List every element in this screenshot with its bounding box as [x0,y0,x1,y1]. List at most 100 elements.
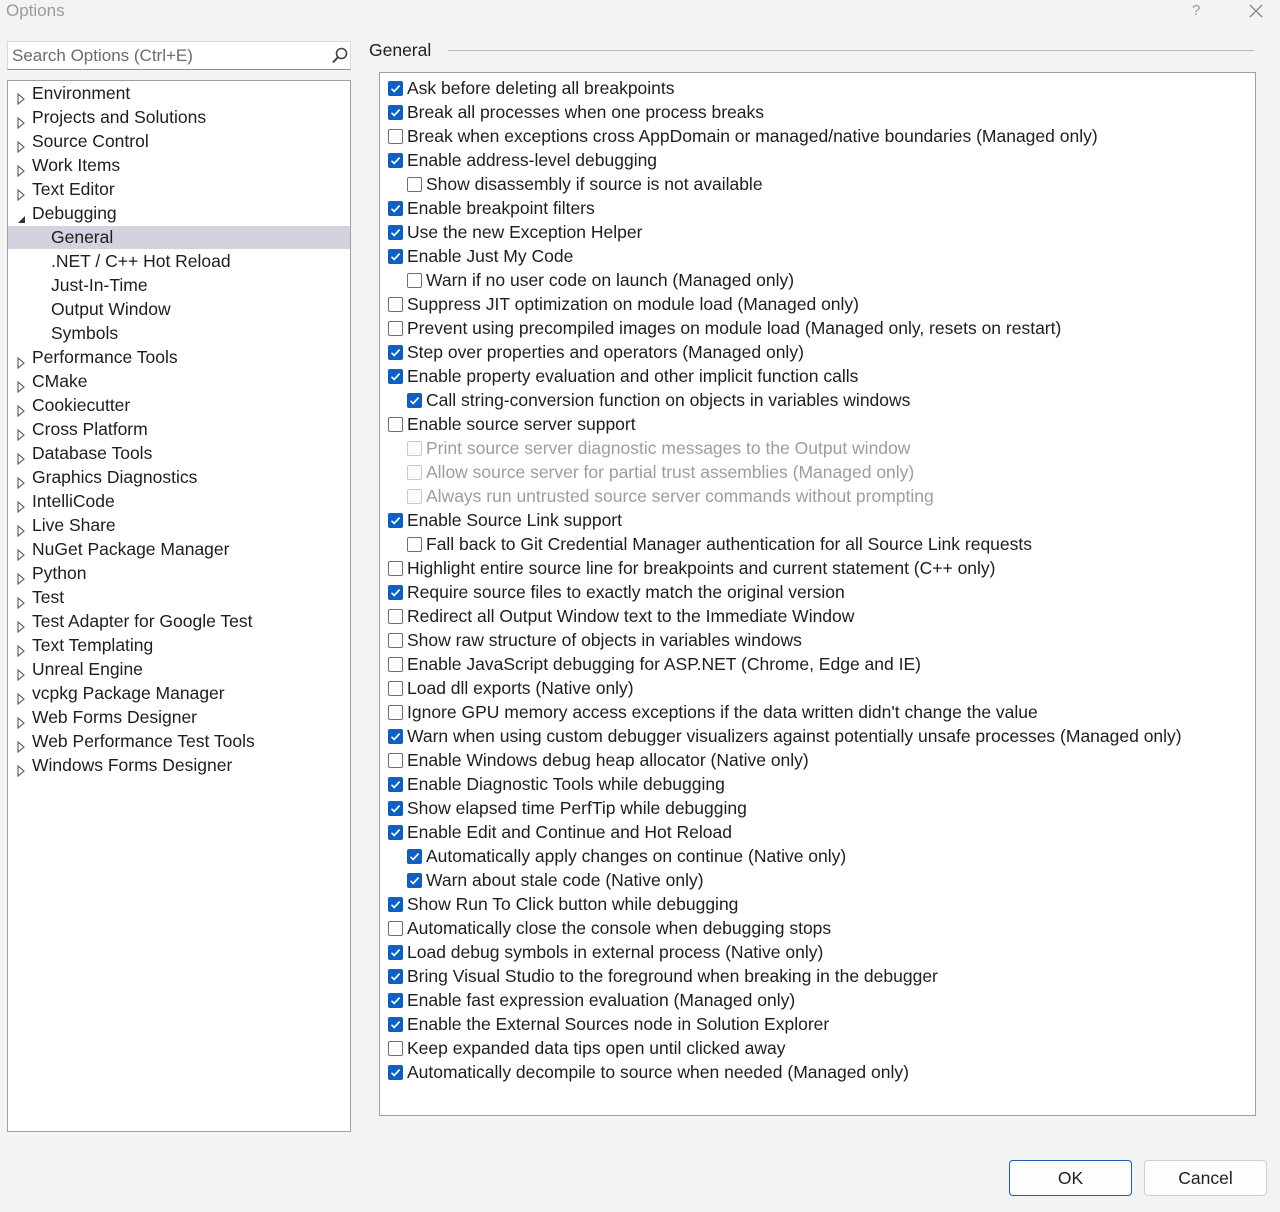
tree-item[interactable]: Source Control [8,130,350,154]
option-checkbox[interactable] [407,393,422,408]
option-checkbox[interactable] [407,177,422,192]
option-checkbox[interactable] [388,681,403,696]
option-checkbox[interactable] [388,801,403,816]
expand-arrow-icon[interactable] [16,88,26,106]
option-checkbox[interactable] [388,1065,403,1080]
tree-item[interactable]: Just-In-Time [8,274,350,297]
option-checkbox[interactable] [407,273,422,288]
option-checkbox[interactable] [388,585,403,600]
tree-item[interactable]: Cross Platform [8,418,350,442]
option-checkbox[interactable] [388,825,403,840]
expand-arrow-icon[interactable] [16,616,26,634]
expand-arrow-icon[interactable] [16,136,26,154]
expand-arrow-icon[interactable] [16,424,26,442]
expand-arrow-icon[interactable] [16,712,26,730]
option-checkbox[interactable] [388,201,403,216]
tree-item[interactable]: NuGet Package Manager [8,538,350,562]
tree-item[interactable]: vcpkg Package Manager [8,682,350,706]
option-checkbox[interactable] [407,537,422,552]
tree-item[interactable]: Work Items [8,154,350,178]
expand-arrow-icon[interactable] [16,352,26,370]
help-icon[interactable]: ? [1192,2,1200,19]
tree-item[interactable]: Cookiecutter [8,394,350,418]
expand-arrow-icon[interactable] [16,472,26,490]
option-checkbox[interactable] [388,129,403,144]
option-checkbox[interactable] [388,705,403,720]
expand-arrow-icon[interactable] [16,736,26,754]
tree-item[interactable]: Symbols [8,322,350,345]
option-checkbox[interactable] [388,993,403,1008]
tree-item[interactable]: General [8,226,350,249]
tree-item[interactable]: Performance Tools [8,346,350,370]
option-checkbox[interactable] [388,561,403,576]
tree-item[interactable]: Projects and Solutions [8,106,350,130]
expand-arrow-icon[interactable] [16,664,26,682]
tree-item[interactable]: CMake [8,370,350,394]
tree-item[interactable]: IntelliCode [8,490,350,514]
option-checkbox[interactable] [388,729,403,744]
expand-arrow-icon[interactable] [16,592,26,610]
tree-item[interactable]: Environment [8,82,350,106]
option-checkbox[interactable] [388,105,403,120]
tree-item[interactable]: .NET / C++ Hot Reload [8,250,350,273]
option-checkbox[interactable] [388,609,403,624]
search-icon[interactable] [330,46,350,66]
expand-arrow-icon[interactable] [16,760,26,778]
expand-arrow-icon[interactable] [16,112,26,130]
expand-arrow-icon[interactable] [16,640,26,658]
option-checkbox[interactable] [388,657,403,672]
option-label: Load debug symbols in external process (… [407,942,824,962]
option-checkbox[interactable] [388,81,403,96]
close-icon[interactable] [1246,1,1266,21]
option-checkbox[interactable] [388,297,403,312]
expand-arrow-icon[interactable] [16,376,26,394]
tree-item[interactable]: Text Templating [8,634,350,658]
tree-item[interactable]: Text Editor [8,178,350,202]
option-checkbox[interactable] [388,345,403,360]
option-checkbox[interactable] [388,1041,403,1056]
option-label: Enable Edit and Continue and Hot Reload [407,822,732,842]
tree-item[interactable]: Output Window [8,298,350,321]
tree-item[interactable]: Debugging [8,202,350,225]
ok-button[interactable]: OK [1009,1160,1132,1196]
option-checkbox[interactable] [388,897,403,912]
option-checkbox[interactable] [388,969,403,984]
tree-item[interactable]: Database Tools [8,442,350,466]
option-checkbox[interactable] [388,153,403,168]
expand-arrow-icon[interactable] [16,184,26,202]
option-checkbox[interactable] [388,225,403,240]
tree-item[interactable]: Unreal Engine [8,658,350,682]
option-checkbox[interactable] [388,945,403,960]
search-input[interactable] [12,45,322,67]
option-checkbox[interactable] [388,249,403,264]
tree-item[interactable]: Web Forms Designer [8,706,350,730]
option-checkbox[interactable] [388,417,403,432]
option-checkbox[interactable] [388,633,403,648]
option-checkbox[interactable] [388,1017,403,1032]
option-checkbox[interactable] [388,753,403,768]
tree-item[interactable]: Web Performance Test Tools [8,730,350,754]
expand-arrow-icon[interactable] [16,688,26,706]
tree-item[interactable]: Windows Forms Designer [8,754,350,778]
tree-item[interactable]: Live Share [8,514,350,538]
option-checkbox[interactable] [388,513,403,528]
option-checkbox[interactable] [407,849,422,864]
option-checkbox[interactable] [407,873,422,888]
tree-item[interactable]: Test Adapter for Google Test [8,610,350,634]
tree-item[interactable]: Python [8,562,350,586]
option-checkbox[interactable] [388,369,403,384]
cancel-button[interactable]: Cancel [1144,1160,1267,1196]
tree-item[interactable]: Test [8,586,350,610]
option-checkbox[interactable] [388,321,403,336]
collapse-arrow-icon[interactable] [16,208,26,223]
option-checkbox[interactable] [388,777,403,792]
expand-arrow-icon[interactable] [16,400,26,418]
expand-arrow-icon[interactable] [16,160,26,178]
expand-arrow-icon[interactable] [16,544,26,562]
option-checkbox[interactable] [388,921,403,936]
expand-arrow-icon[interactable] [16,496,26,514]
tree-item[interactable]: Graphics Diagnostics [8,466,350,490]
expand-arrow-icon[interactable] [16,568,26,586]
expand-arrow-icon[interactable] [16,520,26,538]
expand-arrow-icon[interactable] [16,448,26,466]
